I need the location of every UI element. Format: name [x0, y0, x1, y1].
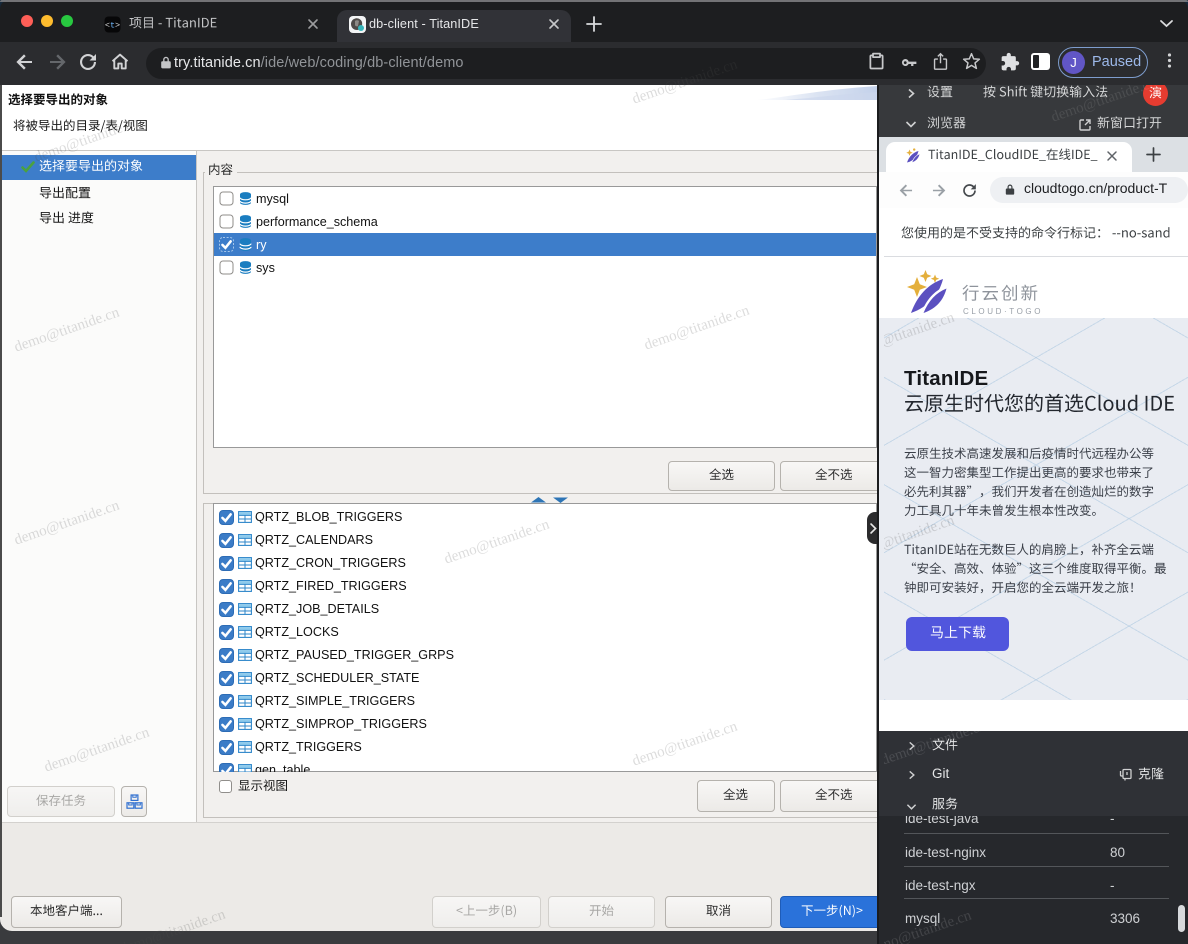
- svg-text:<t>: <t>: [105, 20, 120, 30]
